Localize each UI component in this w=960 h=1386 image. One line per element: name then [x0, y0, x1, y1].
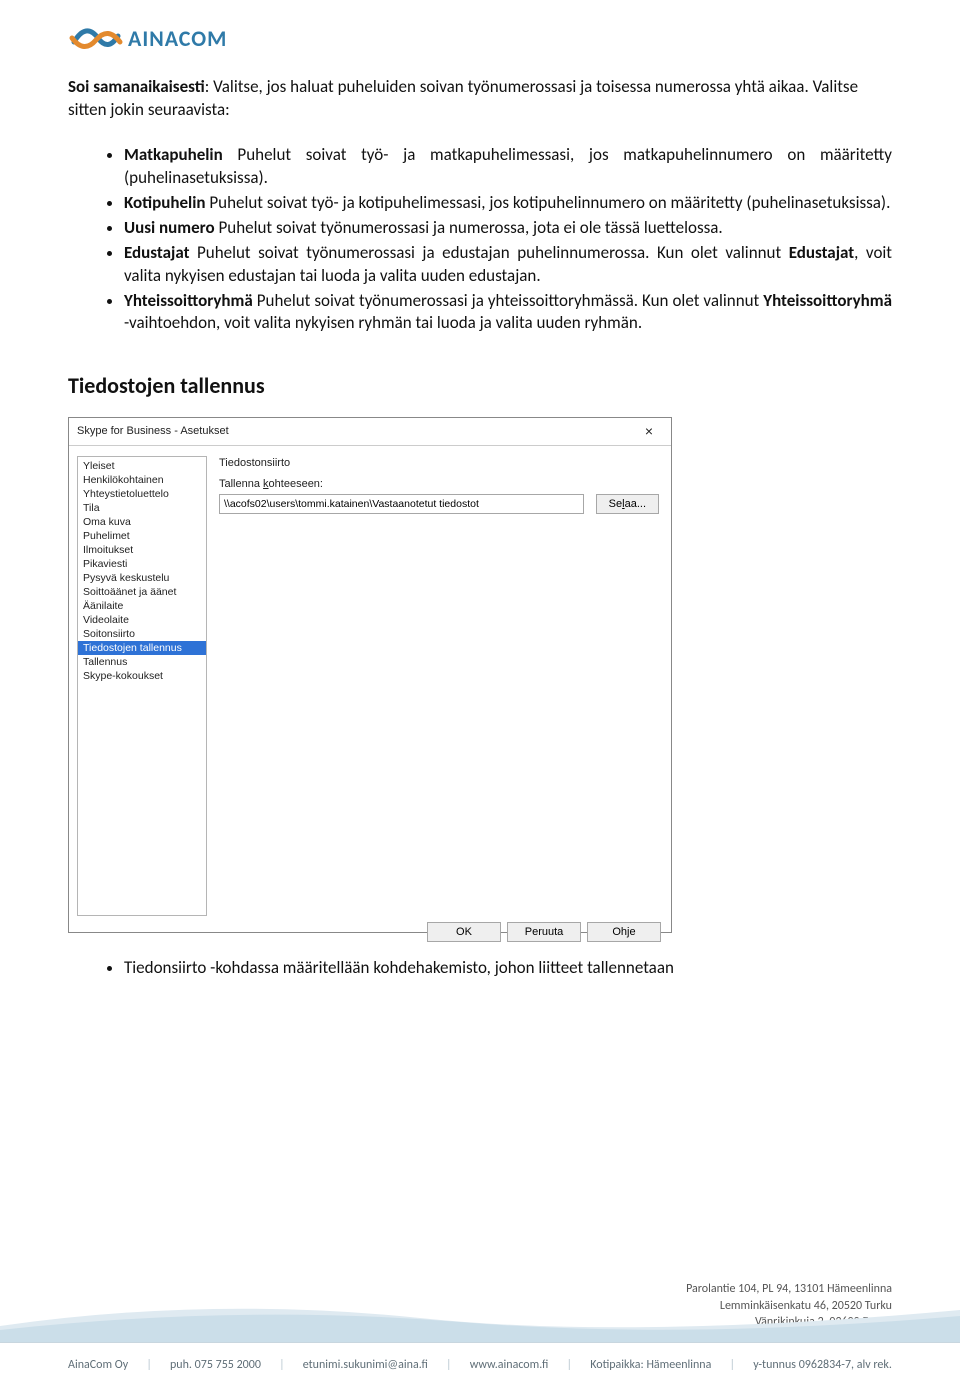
sidebar-item-selected[interactable]: Tiedostojen tallennus: [78, 641, 206, 655]
bullet-rest2: -vaihtoehdon, voit valita nykyisen ryhmä…: [124, 312, 642, 333]
cancel-button[interactable]: Peruuta: [507, 922, 581, 942]
bullet-bold: Uusi numero: [124, 217, 215, 238]
footer-vat: y-tunnus 0962834-7, alv rek.: [753, 1358, 892, 1372]
list-item: Uusi numero Puhelut soivat työnumerossas…: [124, 217, 892, 240]
bullet-rest: Puhelut soivat työnumerossasi ja numeros…: [215, 217, 723, 238]
separator-icon: |: [730, 1358, 736, 1372]
sidebar-item[interactable]: Videolaite: [78, 613, 206, 627]
settings-main: Tiedostonsiirto Tallenna kohteeseen: Sel…: [207, 456, 671, 916]
logo: AINACOM: [68, 18, 892, 58]
after-shot-list: Tiedonsiirto -kohdassa määritellään kohd…: [68, 957, 892, 980]
sidebar-item[interactable]: Yhteystietoluettelo: [78, 487, 206, 501]
sidebar-item[interactable]: Tila: [78, 501, 206, 515]
close-icon[interactable]: ×: [635, 424, 663, 438]
footer-wave-icon: [0, 1286, 960, 1342]
list-item: Yhteissoittoryhmä Puhelut soivat työnume…: [124, 290, 892, 336]
bullet-bold2: Edustajat: [789, 242, 854, 263]
separator-icon: |: [446, 1358, 452, 1372]
footer-company: AinaCom Oy: [68, 1358, 128, 1372]
list-item: Matkapuhelin Puhelut soivat työ- ja matk…: [124, 144, 892, 190]
browse-button[interactable]: Selaa...: [596, 494, 659, 514]
bullet-bold2: Yhteissoittoryhmä: [763, 290, 892, 311]
bullet-rest: Puhelut soivat työnumerossasi ja edustaj…: [189, 242, 788, 263]
bullet-bold: Edustajat: [124, 242, 189, 263]
settings-window: Skype for Business - Asetukset × Yleiset…: [68, 417, 672, 933]
section-heading: Tiedostojen tallennus: [68, 371, 892, 401]
bullet-bold: Kotipuhelin: [124, 192, 206, 213]
footer-domicile: Kotipaikka: Hämeenlinna: [590, 1358, 711, 1372]
sidebar-item[interactable]: Ilmoitukset: [78, 543, 206, 557]
ok-button[interactable]: OK: [427, 922, 501, 942]
brand-name: AINACOM: [128, 25, 227, 52]
settings-sidebar: Yleiset Henkilökohtainen Yhteystietoluet…: [77, 456, 207, 916]
intro-lead-bold: Soi samanaikaisesti: [68, 76, 205, 97]
footer-bar: AinaCom Oy | puh. 075 755 2000 | etunimi…: [0, 1342, 960, 1386]
save-to-label: Tallenna kohteeseen:: [219, 477, 659, 492]
bullet-rest: Puhelut soivat työnumerossasi ja yhteiss…: [253, 290, 764, 311]
list-item: Tiedonsiirto -kohdassa määritellään kohd…: [124, 957, 892, 980]
footer-url: www.ainacom.fi: [470, 1358, 549, 1372]
sidebar-item[interactable]: Soitonsiirto: [78, 627, 206, 641]
separator-icon: |: [146, 1358, 152, 1372]
bullet-bold: Matkapuhelin: [124, 144, 223, 165]
separator-icon: |: [279, 1358, 285, 1372]
save-path-input[interactable]: [219, 494, 584, 514]
dialog-buttons: OK Peruuta Ohje: [69, 916, 671, 948]
sidebar-item[interactable]: Puhelimet: [78, 529, 206, 543]
sidebar-item[interactable]: Yleiset: [78, 459, 206, 473]
help-button[interactable]: Ohje: [587, 922, 661, 942]
bullet-rest: Puhelut soivat työ- ja matkapuhelimessas…: [124, 144, 892, 188]
sidebar-item[interactable]: Skype-kokoukset: [78, 669, 206, 683]
window-titlebar: Skype for Business - Asetukset ×: [69, 418, 671, 446]
logo-mark-icon: [68, 18, 124, 58]
separator-icon: |: [567, 1358, 573, 1372]
bullet-bold: Yhteissoittoryhmä: [124, 290, 253, 311]
options-list: Matkapuhelin Puhelut soivat työ- ja matk…: [68, 144, 892, 336]
sidebar-item[interactable]: Pikaviesti: [78, 557, 206, 571]
intro-paragraph: Soi samanaikaisesti: Valitse, jos haluat…: [68, 76, 892, 122]
window-title: Skype for Business - Asetukset: [77, 424, 229, 439]
list-item: Kotipuhelin Puhelut soivat työ- ja kotip…: [124, 192, 892, 215]
group-title: Tiedostonsiirto: [219, 456, 659, 471]
list-item: Edustajat Puhelut soivat työnumerossasi …: [124, 242, 892, 288]
bullet-rest: Puhelut soivat työ- ja kotipuhelimessasi…: [206, 192, 891, 213]
sidebar-item[interactable]: Soittoäänet ja äänet: [78, 585, 206, 599]
sidebar-item[interactable]: Äänilaite: [78, 599, 206, 613]
sidebar-item[interactable]: Tallennus: [78, 655, 206, 669]
sidebar-item[interactable]: Oma kuva: [78, 515, 206, 529]
sidebar-item[interactable]: Henkilökohtainen: [78, 473, 206, 487]
footer-email: etunimi.sukunimi@aina.fi: [303, 1358, 428, 1372]
sidebar-item[interactable]: Pysyvä keskustelu: [78, 571, 206, 585]
footer-phone: puh. 075 755 2000: [170, 1358, 261, 1372]
